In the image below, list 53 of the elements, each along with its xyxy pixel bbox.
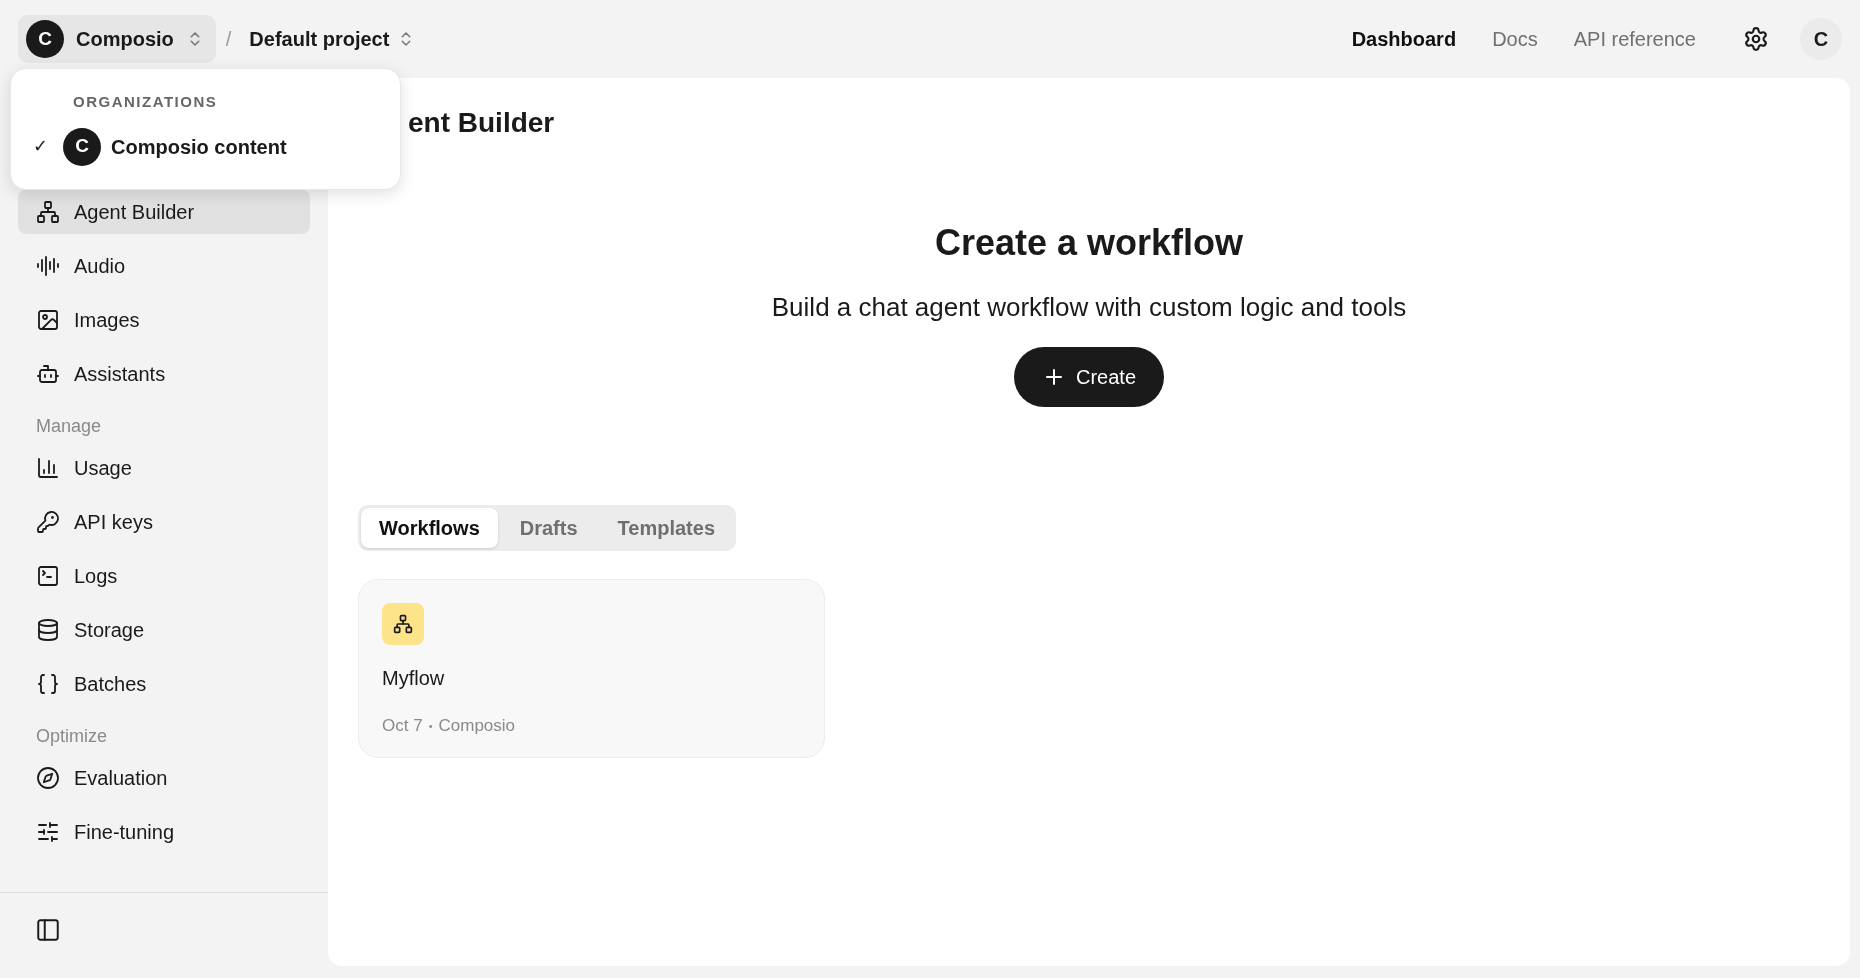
- network-icon: [36, 200, 60, 224]
- sidebar-item[interactable]: Fine-tuning: [18, 810, 310, 854]
- sidebar-item[interactable]: Images: [18, 298, 310, 342]
- sliders-icon: [36, 820, 60, 844]
- bar-chart-icon: [36, 456, 60, 480]
- tab[interactable]: Workflows: [361, 508, 498, 548]
- terminal-icon: [36, 564, 60, 588]
- sidebar-toggle-icon: [35, 916, 61, 943]
- section-heading: Optimize: [35, 724, 108, 748]
- sidebar-item[interactable]: Evaluation: [18, 756, 310, 800]
- settings-icon: [1743, 26, 1769, 52]
- workflow-owner: Composio: [438, 715, 516, 737]
- meta-separator: •: [428, 718, 433, 734]
- image-icon: [36, 308, 60, 332]
- braces-icon: [36, 672, 60, 696]
- menu-item[interactable]: ✓ C Composio content: [33, 127, 378, 166]
- menu-heading: ORGANIZATIONS: [72, 92, 219, 112]
- section-heading: Manage: [35, 414, 103, 438]
- create-button[interactable]: Create: [1014, 347, 1164, 407]
- project-switcher[interactable]: Default project: [241, 15, 424, 63]
- page-title: ent Builder: [407, 106, 556, 140]
- organization-switcher[interactable]: C Composio: [18, 15, 216, 63]
- organization-name: Composio content: [111, 134, 287, 160]
- workflow-date: Oct 7: [382, 715, 423, 737]
- nav-link[interactable]: API reference: [1573, 24, 1696, 54]
- organization-avatar: C: [63, 127, 101, 166]
- tab[interactable]: Templates: [599, 508, 733, 548]
- workflow-name: Myflow: [382, 666, 446, 691]
- nav-link[interactable]: Docs: [1492, 24, 1538, 54]
- sidebar-item[interactable]: Agent Builder: [18, 190, 310, 234]
- workflow-card[interactable]: Myflow Oct 7 • Composio: [358, 579, 825, 758]
- sidebar-item[interactable]: Storage: [18, 608, 310, 652]
- check-mark: ✓: [33, 135, 49, 158]
- tab[interactable]: Drafts: [501, 508, 596, 548]
- audio-wave-icon: [36, 254, 60, 278]
- organization-name: Composio: [76, 27, 174, 52]
- breadcrumb-separator: /: [225, 27, 232, 52]
- sidebar-item[interactable]: API keys: [18, 500, 310, 544]
- sidebar-item[interactable]: Assistants: [18, 352, 310, 396]
- sidebar-item[interactable]: Batches: [18, 662, 310, 706]
- nav-link[interactable]: Dashboard: [1351, 24, 1457, 54]
- robot-icon: [36, 362, 60, 386]
- organization-avatar: C: [26, 20, 64, 58]
- hero-title: Create a workflow: [934, 221, 1244, 265]
- sidebar-item[interactable]: Usage: [18, 446, 310, 490]
- database-icon: [36, 618, 60, 642]
- user-avatar[interactable]: C: [1800, 18, 1842, 60]
- network-icon: [393, 614, 413, 634]
- sidebar-item[interactable]: Audio: [18, 244, 310, 288]
- hero-subtitle: Build a chat agent workflow with custom logic and tools: [771, 291, 1407, 324]
- key-icon: [36, 510, 60, 534]
- sidebar-item[interactable]: Logs: [18, 554, 310, 598]
- compass-icon: [36, 766, 60, 790]
